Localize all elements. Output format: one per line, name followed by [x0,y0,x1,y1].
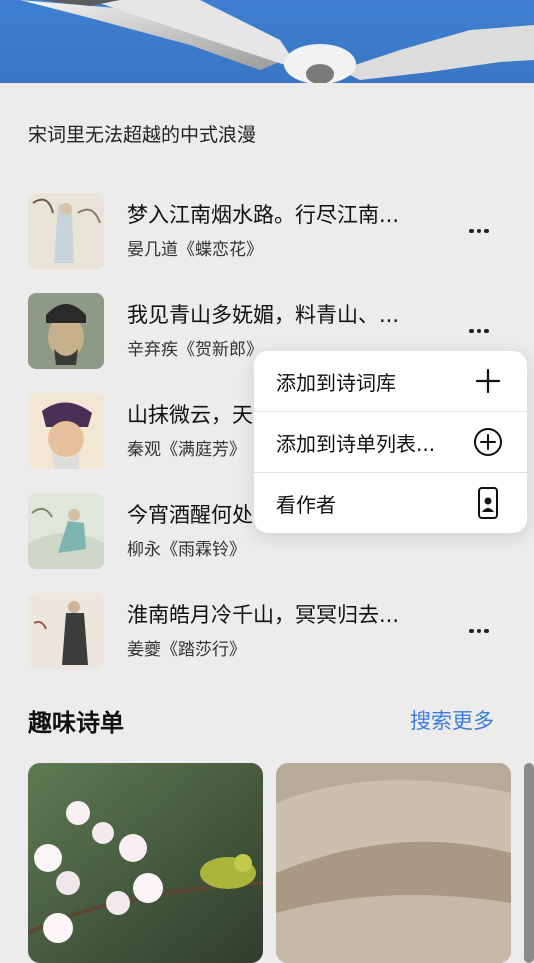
menu-item-add-to-playlist[interactable]: 添加到诗单列表... [254,412,527,472]
playlist-card[interactable] [276,763,511,963]
poem-thumbnail [28,493,104,569]
poem-author: 辛弃疾《贺新郎》 [127,340,263,360]
poem-author: 柳永《雨霖铃》 [127,540,246,560]
poem-thumbnail [28,393,104,469]
plus-icon [475,368,501,394]
poem-thumbnail [28,293,104,369]
poem-thumbnail [28,193,104,269]
poem-title: 我见青山多妩媚，料青山、... [127,303,400,327]
menu-item-label: 添加到诗单列表... [276,432,436,456]
poem-thumbnail [28,593,104,669]
more-options-icon[interactable] [462,217,496,245]
person-card-icon [478,487,498,519]
section-title: 趣味诗单 [28,709,124,737]
poem-author: 秦观《满庭芳》 [127,440,246,460]
menu-item-add-to-library[interactable]: 添加到诗词库 [254,351,527,411]
playlist-description: 宋词里无法超越的中式浪漫 [28,124,257,146]
poem-author: 晏几道《蝶恋花》 [127,240,263,260]
search-more-link[interactable]: 搜索更多 [410,705,494,735]
poem-title: 梦入江南烟水路。行尽江南... [127,203,400,227]
playlist-card[interactable] [524,763,534,963]
circle-plus-icon [474,428,502,456]
more-options-icon[interactable] [462,317,496,345]
menu-item-label: 添加到诗词库 [276,371,396,395]
playlist-card[interactable] [28,763,263,963]
poem-row[interactable]: 梦入江南烟水路。行尽江南... 晏几道《蝶恋花》 [0,193,534,271]
menu-item-view-author[interactable]: 看作者 [254,473,527,533]
context-menu: 添加到诗词库 添加到诗单列表... 看作者 [254,351,527,533]
poem-row[interactable]: 淮南皓月冷千山，冥冥归去... 姜夔《踏莎行》 [0,593,534,671]
menu-item-label: 看作者 [276,493,336,517]
more-options-icon[interactable] [462,617,496,645]
hero-image [0,0,534,83]
poem-title: 淮南皓月冷千山，冥冥归去... [127,603,400,627]
poem-author: 姜夔《踏莎行》 [127,640,246,660]
